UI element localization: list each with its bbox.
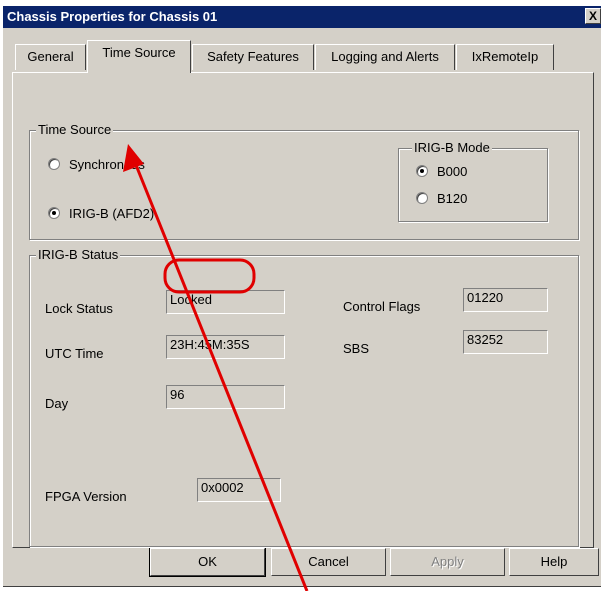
radio-b120-label[interactable]: B120 xyxy=(437,191,467,206)
tab-ixremoteip[interactable]: IxRemoteIp xyxy=(456,44,554,70)
cancel-button[interactable]: Cancel xyxy=(271,548,386,576)
tab-panel: Time Source Synchronous IRIG-B (AFD2) IR… xyxy=(12,72,594,548)
cancel-button-label: Cancel xyxy=(308,554,349,569)
radio-synchronous-indicator[interactable] xyxy=(48,158,60,170)
radio-b000-label[interactable]: B000 xyxy=(437,164,467,179)
irig-b-mode-group-label: IRIG-B Mode xyxy=(412,140,492,155)
irig-b-status-group: IRIG-B Status Lock Status Locked UTC Tim… xyxy=(29,248,579,547)
irig-b-status-group-label: IRIG-B Status xyxy=(36,247,121,262)
radio-irig-b-label[interactable]: IRIG-B (AFD2) xyxy=(69,206,154,221)
day-label: Day xyxy=(45,396,69,411)
tab-general[interactable]: General xyxy=(15,44,86,70)
help-button[interactable]: Help xyxy=(509,548,599,576)
utc-time-field: 23H:45M:35S xyxy=(166,335,285,359)
control-flags-label: Control Flags xyxy=(343,299,421,314)
time-source-group: Time Source Synchronous IRIG-B (AFD2) IR… xyxy=(29,123,579,240)
dialog-bottom-edge xyxy=(3,586,601,587)
irig-b-mode-group: IRIG-B Mode B000 B120 xyxy=(398,141,548,222)
dialog-body: General Time Source Safety Features Logg… xyxy=(3,28,601,586)
tab-logging-and-alerts[interactable]: Logging and Alerts xyxy=(315,44,455,70)
control-flags-field: 01220 xyxy=(463,288,548,312)
lock-status-label: Lock Status xyxy=(45,301,113,316)
day-field: 96 xyxy=(166,385,285,409)
apply-button: Apply xyxy=(390,548,505,576)
sbs-label: SBS xyxy=(343,341,370,356)
radio-synchronous-label[interactable]: Synchronous xyxy=(69,157,145,172)
utc-time-label: UTC Time xyxy=(45,346,104,361)
close-icon[interactable]: X xyxy=(585,8,601,24)
title-bar: Chassis Properties for Chassis 01 X xyxy=(3,6,601,28)
help-button-label: Help xyxy=(540,554,568,569)
fpga-version-label: FPGA Version xyxy=(45,489,127,504)
apply-button-label: Apply xyxy=(431,554,464,569)
time-source-group-label: Time Source xyxy=(36,122,114,137)
radio-b120-indicator[interactable] xyxy=(416,192,428,204)
tab-time-source[interactable]: Time Source xyxy=(87,40,191,73)
fpga-version-field: 0x0002 xyxy=(197,478,281,502)
radio-irig-b-indicator[interactable] xyxy=(48,207,60,219)
radio-b000-indicator[interactable] xyxy=(416,165,428,177)
tab-safety-features[interactable]: Safety Features xyxy=(192,44,314,70)
lock-status-field: Locked xyxy=(166,290,285,314)
window-title: Chassis Properties for Chassis 01 xyxy=(7,9,218,24)
sbs-field: 83252 xyxy=(463,330,548,354)
ok-button[interactable]: OK xyxy=(149,547,266,577)
ok-button-label: OK xyxy=(198,554,217,569)
